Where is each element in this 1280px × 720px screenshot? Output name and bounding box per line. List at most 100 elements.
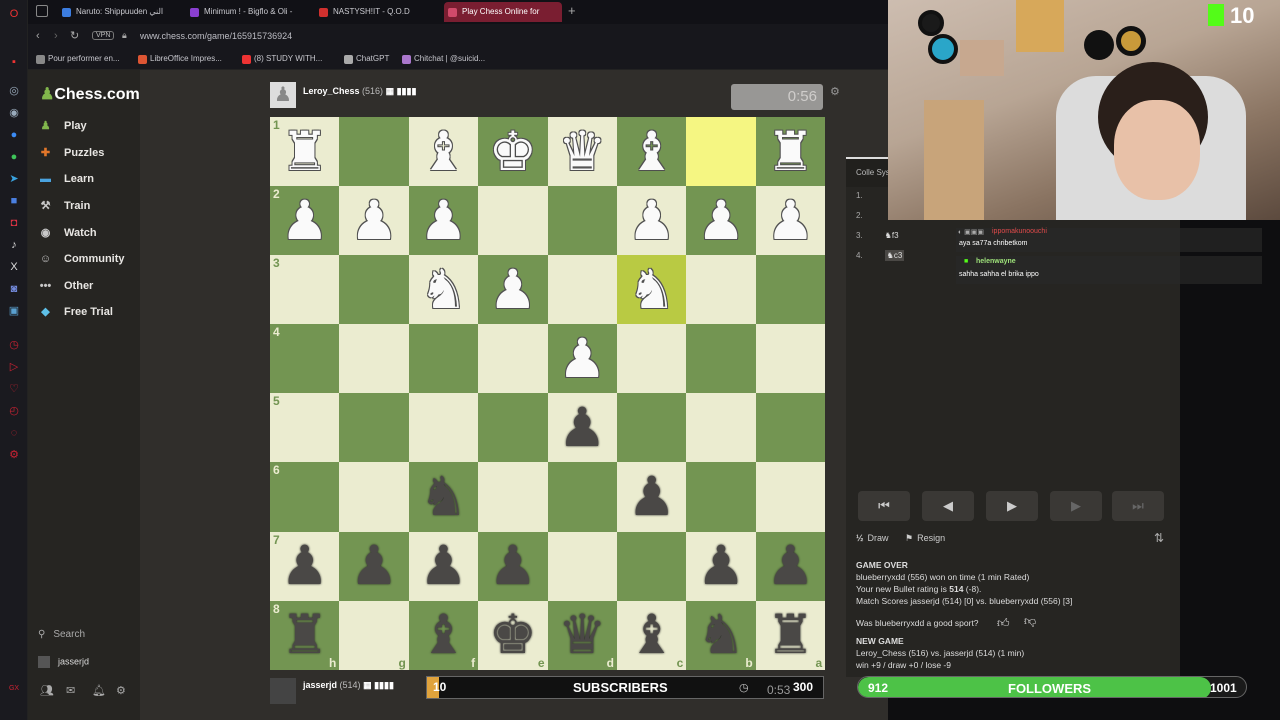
black-knight-piece[interactable]: ♞	[697, 608, 745, 662]
tab-chess[interactable]: Play Chess Online for	[444, 2, 562, 22]
board-square[interactable]	[755, 324, 826, 394]
next-move-button[interactable]: ▶	[1050, 491, 1102, 521]
board-square[interactable]: 1 ♜	[270, 117, 340, 187]
board-square[interactable]: d ♛	[547, 600, 617, 670]
mail-icon[interactable]: ✉	[66, 684, 75, 697]
board-square[interactable]	[616, 393, 687, 463]
chess-board[interactable]: 1 ♜ ♝ ♚ ♛ ♝ ♜ 2 ♟ ♟ ♟ ♟ ♟ ♟ 3 ♞ ♟ ♞ 4 ♟ 5 ♟ 6 ♞ ♟ 7 ♟ ♟ ♟ ♟ ♟ ♟ 8 h ♜ g f ♝ e ♚…	[270, 117, 826, 670]
profile-link[interactable]: jasserjd	[38, 656, 89, 668]
draw-button[interactable]: ½ Draw	[856, 533, 889, 543]
bell-icon[interactable]: 🔔︎	[92, 684, 106, 697]
nav-free-trial[interactable]: ◆ Free Trial	[38, 302, 113, 322]
flip-board-icon[interactable]: ⇅	[1154, 531, 1164, 545]
board-square[interactable]: ♟	[478, 255, 548, 325]
board-square[interactable]	[547, 186, 617, 256]
white-rook-piece[interactable]: ♜	[280, 125, 328, 179]
current-move[interactable]: ♞c3	[884, 250, 905, 261]
board-square[interactable]: g	[339, 600, 409, 670]
white-queen-piece[interactable]: ♛	[558, 125, 606, 179]
forward-icon[interactable]: ›	[54, 30, 58, 42]
board-square[interactable]: ♚	[478, 117, 548, 187]
board-square[interactable]	[616, 324, 687, 394]
board-square[interactable]: ♟	[547, 324, 617, 394]
black-pawn-piece[interactable]: ♟	[558, 401, 606, 455]
x-icon[interactable]: X	[7, 260, 21, 274]
opponent-name[interactable]: Leroy_Chess (516) ▦ ▮▮▮▮	[303, 86, 416, 97]
board-square[interactable]	[478, 324, 548, 394]
white-pawn-piece[interactable]: ♟	[280, 194, 328, 248]
white-pawn-piece[interactable]: ♟	[350, 194, 398, 248]
thumbs-down-icon[interactable]: 👎︎	[1024, 614, 1036, 629]
board-square[interactable]	[339, 255, 409, 325]
board-square[interactable]: ♟	[616, 186, 687, 256]
player-avatar[interactable]	[270, 678, 296, 704]
board-square[interactable]: c ♝	[616, 600, 687, 670]
board-square[interactable]: b ♞	[686, 600, 756, 670]
move-row[interactable]: 1.	[856, 191, 863, 200]
new-tab-button[interactable]: +	[568, 3, 576, 18]
vpn-badge[interactable]: VPN	[92, 31, 115, 40]
opponent-avatar[interactable]: ♟	[270, 82, 296, 108]
board-square[interactable]	[478, 462, 548, 532]
vk-icon[interactable]: ■	[7, 194, 21, 208]
board-square[interactable]: ♞	[616, 255, 687, 325]
white-knight-piece[interactable]: ♞	[627, 263, 675, 317]
board-square[interactable]: 6	[270, 462, 340, 532]
white-pawn-piece[interactable]: ♟	[627, 194, 675, 248]
heart-icon[interactable]: ♡	[7, 382, 21, 396]
board-square[interactable]	[755, 393, 826, 463]
board-square[interactable]	[755, 462, 826, 532]
tab-nastyshit[interactable]: NASTYSH!IT - Q.O.D	[315, 2, 440, 22]
prev-move-button[interactable]: ◀	[922, 491, 974, 521]
board-square[interactable]: a ♜	[755, 600, 826, 670]
board-square[interactable]: ♟	[755, 531, 826, 601]
board-square[interactable]: 3	[270, 255, 340, 325]
board-square[interactable]: ♝	[616, 117, 687, 187]
black-rook-piece[interactable]: ♜	[280, 608, 328, 662]
player-icon[interactable]: ▷	[7, 360, 21, 374]
board-square[interactable]: 8 h ♜	[270, 600, 340, 670]
board-square[interactable]: ♟	[547, 393, 617, 463]
black-pawn-piece[interactable]: ♟	[419, 539, 467, 593]
board-square[interactable]	[686, 255, 756, 325]
board-square[interactable]: 7 ♟	[270, 531, 340, 601]
telegram-icon[interactable]: ➤	[7, 172, 21, 186]
black-bishop-piece[interactable]: ♝	[627, 608, 675, 662]
move-row[interactable]: 3. ♞f3	[856, 231, 899, 240]
white-bishop-piece[interactable]: ♝	[419, 125, 467, 179]
nav-train[interactable]: ⚒ Train	[38, 196, 91, 216]
tab-naruto[interactable]: Naruto: Shippuuden الني	[58, 2, 193, 22]
board-square[interactable]: 4	[270, 324, 340, 394]
reload-icon[interactable]: ↻	[70, 29, 79, 42]
nav-other[interactable]: ••• Other	[38, 276, 94, 296]
board-square[interactable]: 5	[270, 393, 340, 463]
board-square[interactable]: ♟	[686, 531, 756, 601]
board-square[interactable]	[686, 324, 756, 394]
last-move-button[interactable]: ⏭	[1112, 491, 1164, 521]
friends-icon[interactable]: 👥︎	[40, 684, 54, 697]
chess-logo[interactable]: ♟Chess.com	[40, 84, 140, 104]
bookmark-item[interactable]: ChatGPT	[344, 54, 389, 64]
board-square[interactable]: ♜	[755, 117, 826, 187]
white-pawn-piece[interactable]: ♟	[766, 194, 814, 248]
board-square[interactable]: ♟	[686, 186, 756, 256]
board-square[interactable]: ♟	[339, 186, 409, 256]
white-pawn-piece[interactable]: ♟	[489, 263, 537, 317]
white-knight-piece[interactable]: ♞	[419, 263, 467, 317]
board-square[interactable]	[755, 255, 826, 325]
black-king-piece[interactable]: ♚	[489, 608, 537, 662]
tab-minimum[interactable]: Minimum ! - Bigflo & Oli -	[186, 2, 311, 22]
board-square[interactable]	[408, 324, 479, 394]
board-square[interactable]	[616, 531, 687, 601]
black-knight-piece[interactable]: ♞	[419, 470, 467, 524]
resign-button[interactable]: ⚑ Resign	[905, 533, 945, 544]
whatsapp-icon[interactable]: ●	[7, 150, 21, 164]
opera-logo-icon[interactable]: O	[7, 7, 21, 21]
white-pawn-piece[interactable]: ♟	[419, 194, 467, 248]
board-square[interactable]	[339, 117, 409, 187]
board-square[interactable]: f ♝	[408, 600, 479, 670]
board-square[interactable]	[686, 462, 756, 532]
board-square[interactable]: ♟	[755, 186, 826, 256]
shortcut-icon[interactable]: ▪	[7, 55, 21, 69]
nav-watch[interactable]: ◉ Watch	[38, 223, 97, 243]
